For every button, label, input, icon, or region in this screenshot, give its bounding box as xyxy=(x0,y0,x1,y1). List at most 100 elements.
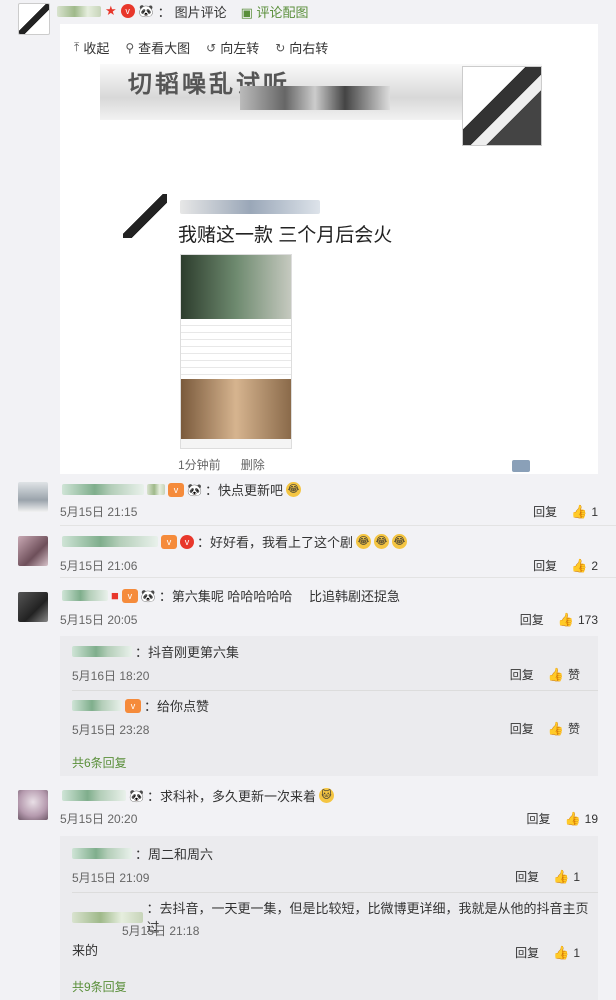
inner-time: 1分钟前 xyxy=(178,458,221,472)
blurred-username[interactable] xyxy=(72,911,144,923)
view-large-label: 查看大图 xyxy=(138,41,191,56)
thumb-up-icon: 👍 xyxy=(571,503,588,519)
like-button[interactable]: 👍 19 xyxy=(564,811,598,827)
like-count: 1 xyxy=(573,945,580,960)
reply-head: ：周二和周六 xyxy=(72,844,598,863)
vip-circle-icon: v xyxy=(180,534,194,549)
comment-actions: 回复 👍 173 xyxy=(520,611,598,628)
reply-actions: 回复 👍 赞 xyxy=(510,666,580,683)
image-toolbar: ⤒ 收起 ⚲ 查看大图 ↺ 向左转 ↻ 向右转 xyxy=(74,38,328,57)
like-button[interactable]: 👍 1 xyxy=(553,945,580,961)
reply-button[interactable]: 回复 xyxy=(510,666,534,683)
more-replies-link[interactable]: 共9条回复 xyxy=(72,978,127,995)
star-icon: ★ xyxy=(105,3,117,18)
reply-text: ：给你点赞 xyxy=(144,699,210,714)
avatar[interactable] xyxy=(18,536,48,566)
laugh-emoji-icon: 😂 xyxy=(374,534,390,549)
blurred-username[interactable] xyxy=(62,536,158,547)
like-label: 赞 xyxy=(567,722,580,736)
laugh-emoji-icon: 😂 xyxy=(285,482,301,497)
reply-list: ：周二和周六 5月15日 21:09 回复 👍 1 ：去抖音，一天更一集，但是比较… xyxy=(60,836,598,1000)
reply-button[interactable]: 回复 xyxy=(510,720,534,737)
reply-item: ：去抖音，一天更一集，但是比较短，比微博更详细，我就是从他的抖音主页过 来的 5… xyxy=(72,898,598,970)
blurred-username[interactable] xyxy=(72,700,122,711)
image-viewer: ⤒ 收起 ⚲ 查看大图 ↺ 向左转 ↻ 向右转 切韬噪乱试听 我赌这一款 三个月后会火 … xyxy=(60,24,598,474)
reply-button[interactable]: 回复 xyxy=(533,503,557,520)
reply-item: ：周二和周六 5月15日 21:09 回复 👍 1 xyxy=(72,844,598,894)
comment-head: 🐼 ：求科补，多久更新一次来着 🐱 xyxy=(62,786,334,805)
avatar[interactable] xyxy=(18,3,50,35)
like-button[interactable]: 👍 2 xyxy=(571,558,598,574)
comment-time: 5月15日 21:15 xyxy=(60,505,138,519)
panda-emoji-icon: 🐼 xyxy=(187,482,202,497)
reply-button[interactable]: 回复 xyxy=(520,611,544,628)
reply-button[interactable]: 回复 xyxy=(533,557,557,574)
reply-actions: 回复 👍 赞 xyxy=(510,720,580,737)
panda-emoji-icon: 🐼 xyxy=(129,788,144,803)
cat-emoji-icon: 🐱 xyxy=(318,788,334,803)
blurred-username[interactable] xyxy=(72,646,132,657)
colon-text: ： xyxy=(157,4,171,20)
comment-actions: 回复 👍 1 xyxy=(533,503,598,520)
blurred-username[interactable] xyxy=(72,848,132,859)
top-comment-header: ★ v 🐼 ： 图片评论 ▣ 评论配图 xyxy=(0,0,616,35)
chat-icon xyxy=(512,460,530,472)
vip-badge-icon: v xyxy=(168,482,184,497)
vip-badge-icon: v xyxy=(120,4,135,18)
thumb-up-icon: 👍 xyxy=(557,611,574,627)
rotate-right-button[interactable]: ↻ 向右转 xyxy=(275,38,328,57)
avatar[interactable] xyxy=(18,592,48,622)
inner-delete: 删除 xyxy=(240,458,265,472)
like-button[interactable]: 👍 赞 xyxy=(548,720,580,737)
view-large-button[interactable]: ⚲ 查看大图 xyxy=(125,38,190,57)
comment-item: v v ：好好看，我看上了这个剧 😂 😂 😂 5月15日 21:06 回复 👍 2 xyxy=(0,526,616,578)
like-button[interactable]: 👍 赞 xyxy=(548,666,580,683)
comment-head: ■ v 🐼 ：第六集呢 哈哈哈哈哈 比追韩剧还捉急 xyxy=(62,586,400,605)
inner-screenshot-image xyxy=(180,254,292,449)
rotate-left-button[interactable]: ↺ 向左转 xyxy=(206,38,259,57)
like-count: 1 xyxy=(573,869,580,884)
reply-actions: 回复 👍 1 xyxy=(515,868,580,885)
blurred-username[interactable] xyxy=(62,590,108,601)
avatar[interactable] xyxy=(18,790,48,820)
comment-text: ：第六集呢 哈哈哈哈哈 比追韩剧还捉急 xyxy=(158,589,401,604)
comment-head: v 🐼 ：快点更新吧 😂 xyxy=(62,480,301,499)
pic-link-label: 评论配图 xyxy=(256,4,309,20)
inner-post-text: 我赌这一款 三个月后会火 xyxy=(178,225,393,246)
comment-text: ：好好看，我看上了这个剧 xyxy=(197,535,354,550)
reply-actions: 回复 👍 1 xyxy=(515,944,580,961)
divider xyxy=(60,577,616,578)
comment-head: v v ：好好看，我看上了这个剧 😂 😂 😂 xyxy=(62,532,408,551)
reply-head: v ：给你点赞 xyxy=(72,696,598,715)
inner-post-meta: 1分钟前 删除 xyxy=(178,456,265,473)
avatar[interactable] xyxy=(18,482,48,512)
reply-button[interactable]: 回复 xyxy=(515,868,539,885)
reply-button[interactable]: 回复 xyxy=(515,944,539,961)
comment-time: 5月15日 21:06 xyxy=(60,559,138,573)
magnifier-icon: ⚲ xyxy=(125,40,135,55)
vip-badge-icon: v xyxy=(125,698,141,713)
pic-comment-link[interactable]: ▣ 评论配图 xyxy=(241,2,309,21)
blurred-username[interactable] xyxy=(62,790,126,801)
like-label: 赞 xyxy=(567,668,580,682)
reply-button[interactable]: 回复 xyxy=(526,810,550,827)
like-button[interactable]: 👍 173 xyxy=(558,612,598,628)
like-button[interactable]: 👍 1 xyxy=(571,504,598,520)
collapse-label: 收起 xyxy=(83,41,110,56)
thumb-up-icon: 👍 xyxy=(547,720,564,736)
blurred-username[interactable] xyxy=(62,484,144,495)
rotate-left-icon: ↺ xyxy=(206,40,217,55)
comment-text: ：快点更新吧 xyxy=(204,483,283,498)
thumb-up-icon: 👍 xyxy=(547,666,564,682)
blurred-username[interactable] xyxy=(57,5,101,17)
reply-item: v ：给你点赞 5月15日 23:28 回复 👍 赞 xyxy=(72,696,598,746)
comment-text: ：求科补，多久更新一次来着 xyxy=(146,789,316,804)
comment-actions: 回复 👍 2 xyxy=(533,557,598,574)
inner-blurred-name xyxy=(180,198,320,214)
comment-item: 🐼 ：求科补，多久更新一次来着 🐱 5月15日 20:20 回复 👍 19 ：周二… xyxy=(0,780,616,1000)
more-replies-link[interactable]: 共6条回复 xyxy=(72,754,127,771)
like-button[interactable]: 👍 1 xyxy=(553,869,580,885)
vip-badge-icon: v xyxy=(161,534,177,549)
collapse-button[interactable]: ⤒ 收起 xyxy=(74,38,109,57)
reply-text: ：周二和周六 xyxy=(135,847,214,862)
